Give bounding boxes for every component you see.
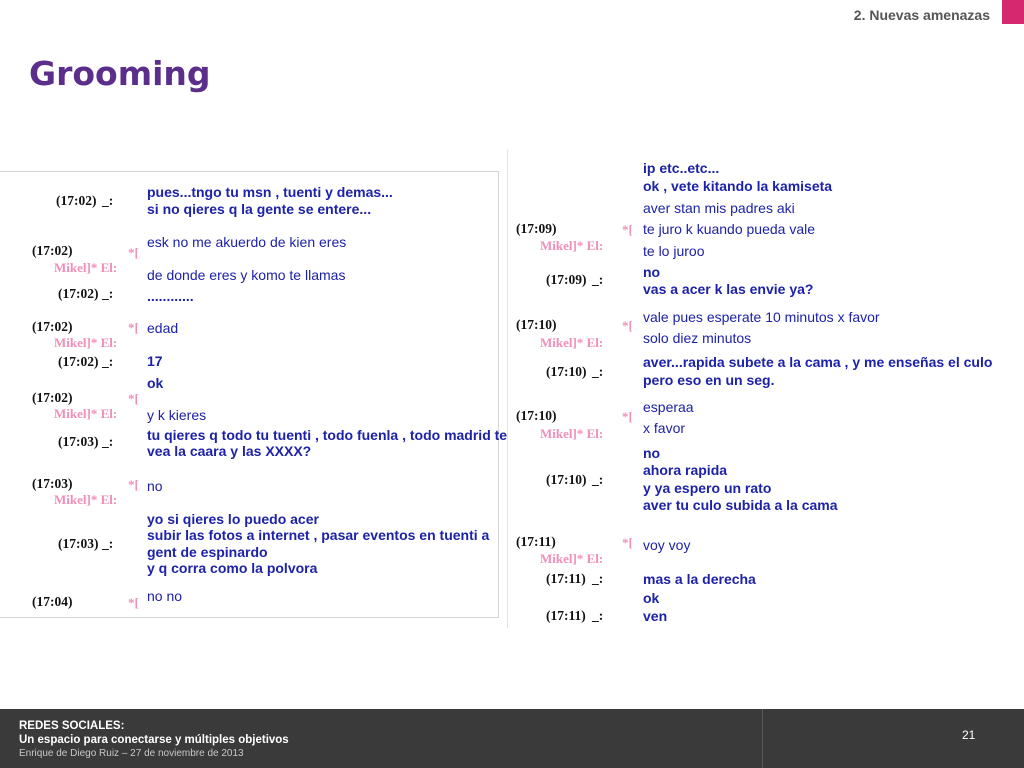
chat-nickname: Mikel]* El: — [540, 238, 604, 253]
chat-nick-marker: *[ — [128, 320, 139, 335]
chat-message: esperaa — [643, 399, 694, 415]
chat-message: te juro k kuando pueda vale — [643, 221, 816, 237]
chat-message: ok , vete kitando la kamiseta — [643, 178, 833, 194]
chat-timestamp: (17:03) — [32, 476, 73, 491]
chat-screenshot-left: (17:02) _: pues...tngo tu msn , tuenti y… — [0, 171, 507, 618]
chat-message: ven — [643, 608, 668, 624]
chat-message: ahora rapida — [643, 462, 728, 478]
chat-message: ............ — [147, 288, 194, 304]
chat-timestamp: (17:10) — [516, 317, 557, 332]
chat-nickname: Mikel]* El: — [540, 426, 604, 441]
chat-sender: _: — [102, 354, 114, 369]
chat-message: x favor — [643, 420, 686, 436]
chat-nickname: Mikel]* El: — [540, 335, 604, 350]
chat-message: aver stan mis padres aki — [643, 200, 795, 216]
chat-timestamp: (17:10) — [546, 364, 587, 379]
chat-message: aver tu culo subida a la cama — [643, 497, 838, 513]
chat-sender: _: — [592, 364, 604, 379]
chat-timestamp: (17:02) — [56, 193, 97, 208]
chat-timestamp: (17:10) — [516, 408, 557, 423]
footer-course-title: REDES SOCIALES: — [19, 720, 125, 732]
chat-message: tu qieres q todo tu tuenti , todo fuenla… — [147, 427, 508, 443]
chat-message: y k kieres — [147, 407, 207, 423]
chat-timestamp: (17:03) — [58, 434, 99, 449]
chat-sender: _: — [592, 472, 604, 487]
chat-nickname: Mikel]* El: — [54, 406, 118, 421]
chat-message: pues...tngo tu msn , tuenti y demas... — [147, 184, 393, 200]
chat-message: vas a acer k las envie ya? — [643, 281, 814, 297]
chat-nickname: Mikel]* El: — [54, 492, 118, 507]
chat-message: no — [643, 445, 661, 461]
chat-timestamp: (17:04) — [32, 594, 73, 609]
chat-message: mas a la derecha — [643, 571, 756, 587]
chat-sender: _: — [592, 571, 604, 586]
chat-message: ok — [643, 590, 660, 606]
accent-box — [1002, 0, 1024, 24]
chat-message: no — [643, 264, 661, 280]
chat-timestamp: (17:11) — [516, 534, 556, 549]
chat-message: ok — [147, 375, 164, 391]
chat-timestamp: (17:02) — [58, 354, 99, 369]
chat-message: no no — [147, 588, 183, 604]
chat-sender: _: — [102, 536, 114, 551]
chat-message: subir las fotos a internet , pasar event… — [147, 527, 490, 543]
chat-message: si no qieres q la gente se entere... — [147, 201, 372, 217]
chat-message: esk no me akuerdo de kien eres — [147, 234, 347, 250]
chat-message: no — [147, 478, 163, 494]
chat-nickname: Mikel]* El: — [540, 551, 604, 566]
chat-timestamp: (17:10) — [546, 472, 587, 487]
chat-nick-marker: *[ — [128, 245, 139, 260]
chat-message: gent de espinardo — [147, 544, 268, 560]
chat-screenshot-right: ip etc..etc... ok , vete kitando la kami… — [507, 150, 1024, 628]
chat-timestamp: (17:11) — [546, 608, 586, 623]
chat-timestamp: (17:09) — [546, 272, 587, 287]
chat-timestamp: (17:02) — [32, 243, 73, 258]
chat-message: 17 — [147, 353, 163, 369]
chat-message: pero eso en un seg. — [643, 372, 775, 388]
chat-timestamp: (17:02) — [32, 319, 73, 334]
chat-sender: _: — [592, 608, 604, 623]
chat-nick-marker: *[ — [128, 391, 139, 406]
chat-nickname: Mikel]* El: — [54, 260, 118, 275]
section-label: 2. Nuevas amenazas — [853, 7, 990, 23]
chat-timestamp: (17:02) — [32, 390, 73, 405]
chat-nickname: Mikel]* El: — [54, 335, 118, 350]
chat-message: de donde eres y komo te llamas — [147, 267, 346, 283]
footer-divider — [762, 709, 763, 768]
chat-message: y q corra como la polvora — [147, 560, 318, 576]
chat-nick-marker: *[ — [128, 477, 139, 492]
chat-message: te lo juroo — [643, 243, 705, 259]
chat-message: vale pues esperate 10 minutos x favor — [643, 309, 880, 325]
chat-timestamp: (17:09) — [516, 221, 557, 236]
chat-nick-marker: *[ — [128, 595, 139, 610]
page-number: 21 — [962, 728, 976, 742]
footer-author-date: Enrique de Diego Ruiz – 27 de noviembre … — [19, 748, 244, 759]
chat-nick-marker: *[ — [622, 318, 633, 333]
chat-message: y ya espero un rato — [643, 480, 772, 496]
chat-message: edad — [147, 320, 179, 336]
chat-timestamp: (17:02) — [58, 286, 99, 301]
chat-timestamp: (17:03) — [58, 536, 99, 551]
chat-sender: _: — [102, 434, 114, 449]
chat-sender: _: — [592, 272, 604, 287]
chat-sender: _: — [102, 286, 114, 301]
chat-message: ip etc..etc... — [643, 160, 720, 176]
slide-title: Grooming — [29, 54, 211, 93]
chat-message: yo si qieres lo puedo acer — [147, 511, 319, 527]
chat-timestamp: (17:11) — [546, 571, 586, 586]
chat-nick-marker: *[ — [622, 409, 633, 424]
chat-message: voy voy — [643, 537, 691, 553]
chat-nick-marker: *[ — [622, 222, 633, 237]
chat-nick-marker: *[ — [622, 535, 633, 550]
footer-course-subtitle: Un espacio para conectarse y múltiples o… — [19, 734, 289, 746]
chat-message: vea la caara y las XXXX? — [147, 443, 312, 459]
chat-message: aver...rapida subete a la cama , y me en… — [643, 354, 993, 370]
footer-bar: REDES SOCIALES: Un espacio para conectar… — [0, 709, 1024, 768]
chat-sender: _: — [102, 193, 114, 208]
chat-message: solo diez minutos — [643, 330, 752, 346]
